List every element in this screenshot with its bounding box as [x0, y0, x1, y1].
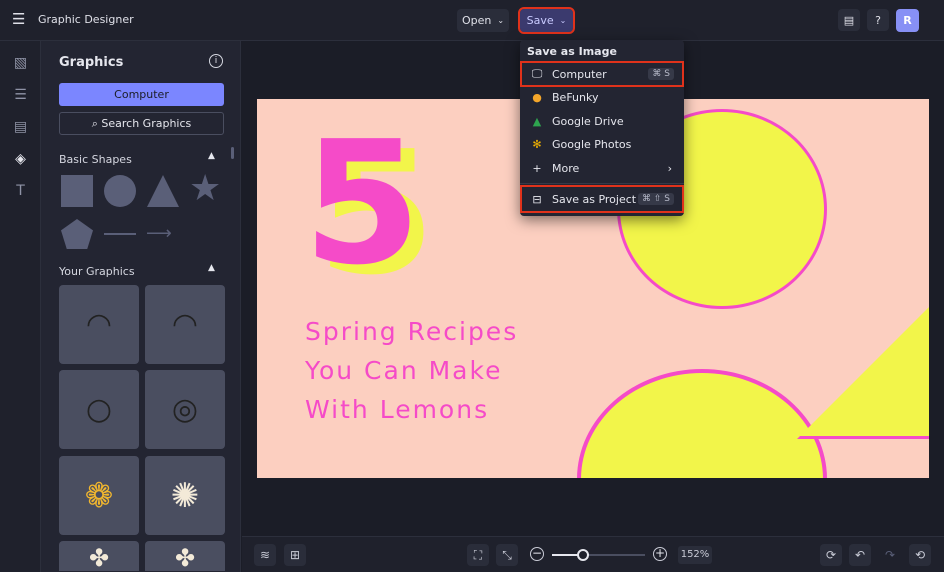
- save-computer[interactable]: 🖵 Computer ⌘ S: [520, 61, 684, 87]
- zoom-slider[interactable]: [552, 549, 645, 561]
- shape-circle[interactable]: [104, 175, 136, 207]
- lemon-wedge: [797, 239, 929, 439]
- shape-triangle[interactable]: [147, 175, 179, 207]
- shape-pentagon[interactable]: [61, 219, 93, 249]
- zoom-slider-knob[interactable]: [576, 549, 589, 561]
- graphic-lemon[interactable]: ○: [59, 370, 139, 449]
- app-title: Graphic Designer: [38, 13, 134, 26]
- google-photos-label: Google Photos: [552, 137, 632, 151]
- save-button[interactable]: Save ⌄: [518, 7, 575, 34]
- save-befunky[interactable]: ● BeFunky: [522, 86, 682, 108]
- history-icon[interactable]: ⟲: [909, 544, 931, 566]
- save-project-label: Save as Project: [552, 192, 637, 206]
- shape-star[interactable]: ★: [189, 169, 221, 209]
- layout-icon[interactable]: ▤: [12, 119, 29, 136]
- save-dropdown: Save as Image 🖵 Computer ⌘ S ● BeFunky ▲ Goo…: [520, 40, 684, 216]
- save-more[interactable]: + More ›: [522, 157, 682, 179]
- text-icon[interactable]: T: [12, 183, 29, 200]
- open-button[interactable]: Open ⌄: [457, 9, 509, 32]
- befunky-icon: ●: [532, 90, 542, 104]
- shape-arrow[interactable]: ⟶: [146, 223, 172, 245]
- shape-line[interactable]: [104, 233, 136, 235]
- open-label: Open: [461, 14, 492, 27]
- shortcut: ⌘ ⇧ S: [638, 193, 674, 205]
- search-label: Search Graphics: [101, 117, 192, 130]
- befunky-label: BeFunky: [552, 90, 599, 104]
- tool-rail: ▧ ☰ ▤ ◈ T: [0, 41, 41, 572]
- zoom-out-icon[interactable]: −: [530, 547, 544, 561]
- graphic-lemon-slice[interactable]: ◎: [145, 370, 225, 449]
- chevron-up-icon[interactable]: ▲: [208, 263, 215, 273]
- your-graphics-heading: Your Graphics: [59, 265, 135, 278]
- graphic-leaf[interactable]: ✤: [59, 541, 139, 571]
- adjust-icon[interactable]: ☰: [12, 87, 29, 104]
- layers-icon[interactable]: ≋: [254, 544, 276, 566]
- monitor-icon: 🖵: [531, 67, 543, 80]
- graphic-leaf-2[interactable]: ✤: [145, 541, 225, 571]
- headline-line-2: You Can Make: [305, 356, 503, 385]
- google-drive-label: Google Drive: [552, 114, 624, 128]
- headline-line-1: Spring Recipes: [305, 317, 519, 346]
- menu-icon[interactable]: ☰: [12, 10, 34, 32]
- chevron-down-icon: ⌄: [559, 16, 567, 25]
- shape-square[interactable]: [61, 175, 93, 207]
- reset-icon[interactable]: ⟳: [820, 544, 842, 566]
- google-drive-icon: ▲: [532, 114, 542, 128]
- chevron-down-icon: ⌄: [497, 16, 505, 25]
- save-as-project[interactable]: ⊟ Save as Project ⌘ ⇧ S: [520, 185, 684, 213]
- save-label: Save: [526, 14, 554, 27]
- fit-screen-icon[interactable]: ⛶: [467, 544, 489, 566]
- save-as-image-heading: Save as Image: [527, 45, 617, 58]
- graphics-icon[interactable]: ◈: [12, 151, 29, 168]
- save-google-drive[interactable]: ▲ Google Drive: [522, 110, 682, 132]
- panel-title: Graphics: [59, 55, 124, 70]
- graphic-watermelon[interactable]: ◠: [59, 285, 139, 364]
- redo-icon[interactable]: ↷: [879, 544, 901, 566]
- panel-scrollbar[interactable]: [231, 147, 234, 159]
- computer-button[interactable]: Computer: [59, 83, 224, 106]
- save-google-photos[interactable]: ✻ Google Photos: [522, 133, 682, 155]
- grid-icon[interactable]: ⊞: [284, 544, 306, 566]
- chevron-up-icon[interactable]: ▲: [208, 151, 215, 161]
- image-icon[interactable]: ▧: [12, 55, 29, 72]
- search-graphics-button[interactable]: ⌕ Search Graphics: [59, 112, 224, 135]
- comments-icon[interactable]: ▤: [838, 9, 860, 31]
- zoom-in-icon[interactable]: +: [653, 547, 667, 561]
- briefcase-icon: ⊟: [532, 192, 542, 206]
- top-bar: ☰ Graphic Designer Open ⌄ Save ⌄ ▤ ? R: [0, 0, 944, 41]
- computer-label: Computer: [552, 67, 607, 81]
- plus-icon: +: [532, 161, 542, 175]
- zoom-level[interactable]: 152%: [678, 546, 712, 564]
- help-icon[interactable]: ?: [867, 9, 889, 31]
- graphic-watermelon-2[interactable]: ◠: [145, 285, 225, 364]
- lemon-half-bottom: [577, 369, 827, 478]
- undo-icon[interactable]: ↶: [849, 544, 871, 566]
- graphic-yellow-flower[interactable]: ❁: [59, 456, 139, 535]
- avatar[interactable]: R: [896, 9, 919, 32]
- shrink-icon[interactable]: ⤡: [496, 544, 518, 566]
- search-icon: ⌕: [91, 117, 102, 130]
- graphic-white-flower[interactable]: ✺: [145, 456, 225, 535]
- graphics-panel: Graphics i Computer ⌕ Search Graphics Ba…: [41, 41, 241, 572]
- menu-divider: [520, 183, 684, 184]
- big-number: 5: [303, 105, 422, 303]
- basic-shapes-heading: Basic Shapes: [59, 153, 132, 166]
- headline-line-3: With Lemons: [305, 395, 490, 424]
- more-label: More: [552, 161, 580, 175]
- shortcut: ⌘ S: [648, 68, 674, 80]
- bottom-toolbar: ≋ ⊞ ⛶ ⤡ − + 152% ⟳ ↶ ↷ ⟲: [242, 536, 944, 572]
- google-photos-icon: ✻: [532, 137, 542, 151]
- chevron-right-icon: ›: [667, 161, 672, 175]
- info-icon[interactable]: i: [209, 54, 223, 68]
